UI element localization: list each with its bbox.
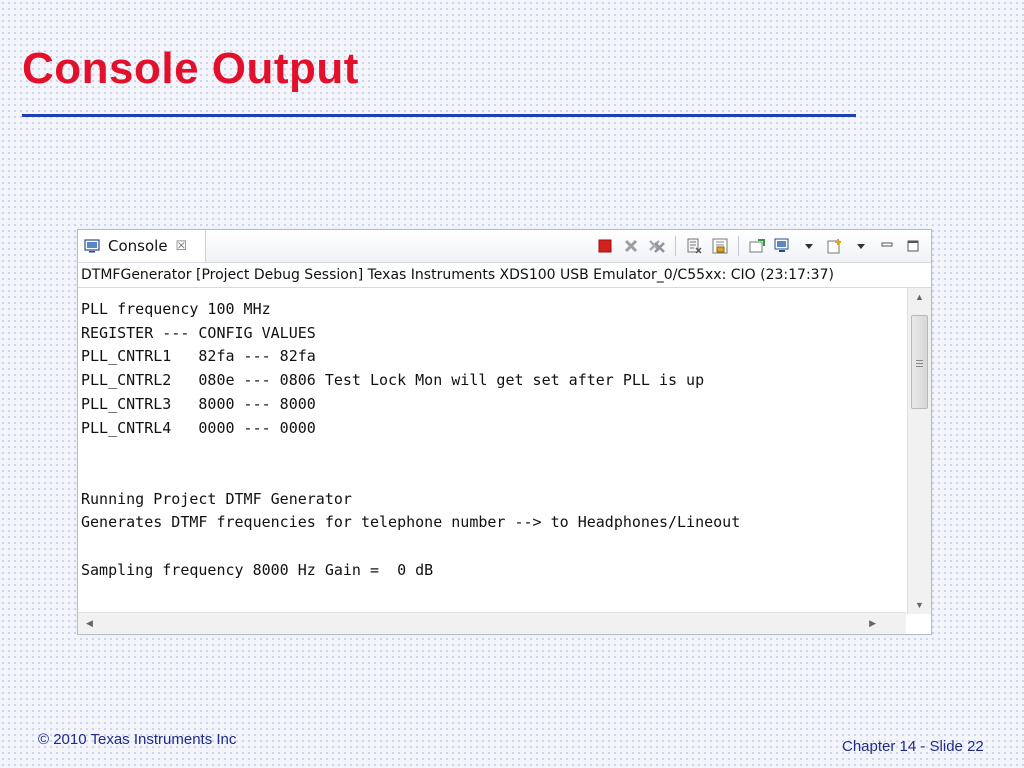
maximize-icon[interactable] (903, 236, 923, 256)
scroll-right-icon[interactable]: ▶ (869, 618, 876, 629)
scroll-up-icon[interactable]: ▲ (915, 292, 924, 302)
display-selected-console-icon[interactable] (773, 236, 793, 256)
open-console-icon[interactable] (825, 236, 845, 256)
scroll-down-icon[interactable]: ▼ (915, 600, 924, 610)
console-tab[interactable]: Console ☒ (78, 230, 206, 262)
console-icon (84, 239, 100, 253)
chevron-down-icon[interactable] (799, 236, 819, 256)
minimize-icon[interactable] (877, 236, 897, 256)
vertical-scrollbar[interactable]: ▲ ▼ (907, 288, 931, 614)
slide-title: Console Output (22, 44, 359, 93)
console-output[interactable]: PLL frequency 100 MHz REGISTER --- CONFI… (78, 288, 906, 614)
slide-number: Chapter 14 - Slide 22 (842, 738, 984, 755)
close-icon[interactable]: ☒ (176, 238, 188, 254)
debug-session-label: DTMFGenerator [Project Debug Session] Te… (78, 262, 931, 288)
horizontal-scrollbar[interactable]: ◀ ▶ (78, 612, 906, 634)
console-tab-label: Console (108, 237, 168, 255)
terminate-icon[interactable] (595, 236, 615, 256)
grip-icon (916, 360, 923, 361)
console-toolbar: Console ☒ (78, 230, 931, 263)
toolbar-separator (675, 236, 676, 256)
title-divider (22, 114, 856, 117)
clear-console-icon[interactable] (684, 236, 704, 256)
copyright-footer: © 2010 Texas Instruments Inc (38, 731, 237, 748)
remove-launch-icon[interactable] (621, 236, 641, 256)
console-view: Console ☒ DTMFGenerator [Project Debug S… (77, 229, 932, 635)
toolbar-separator (738, 236, 739, 256)
remove-all-launches-icon[interactable] (647, 236, 667, 256)
scroll-lock-icon[interactable] (710, 236, 730, 256)
chevron-down-icon[interactable] (851, 236, 871, 256)
pin-console-icon[interactable] (747, 236, 767, 256)
console-output-text: PLL frequency 100 MHz REGISTER --- CONFI… (81, 300, 741, 579)
scrollbar-thumb[interactable] (911, 315, 928, 409)
scroll-left-icon[interactable]: ◀ (86, 618, 93, 629)
